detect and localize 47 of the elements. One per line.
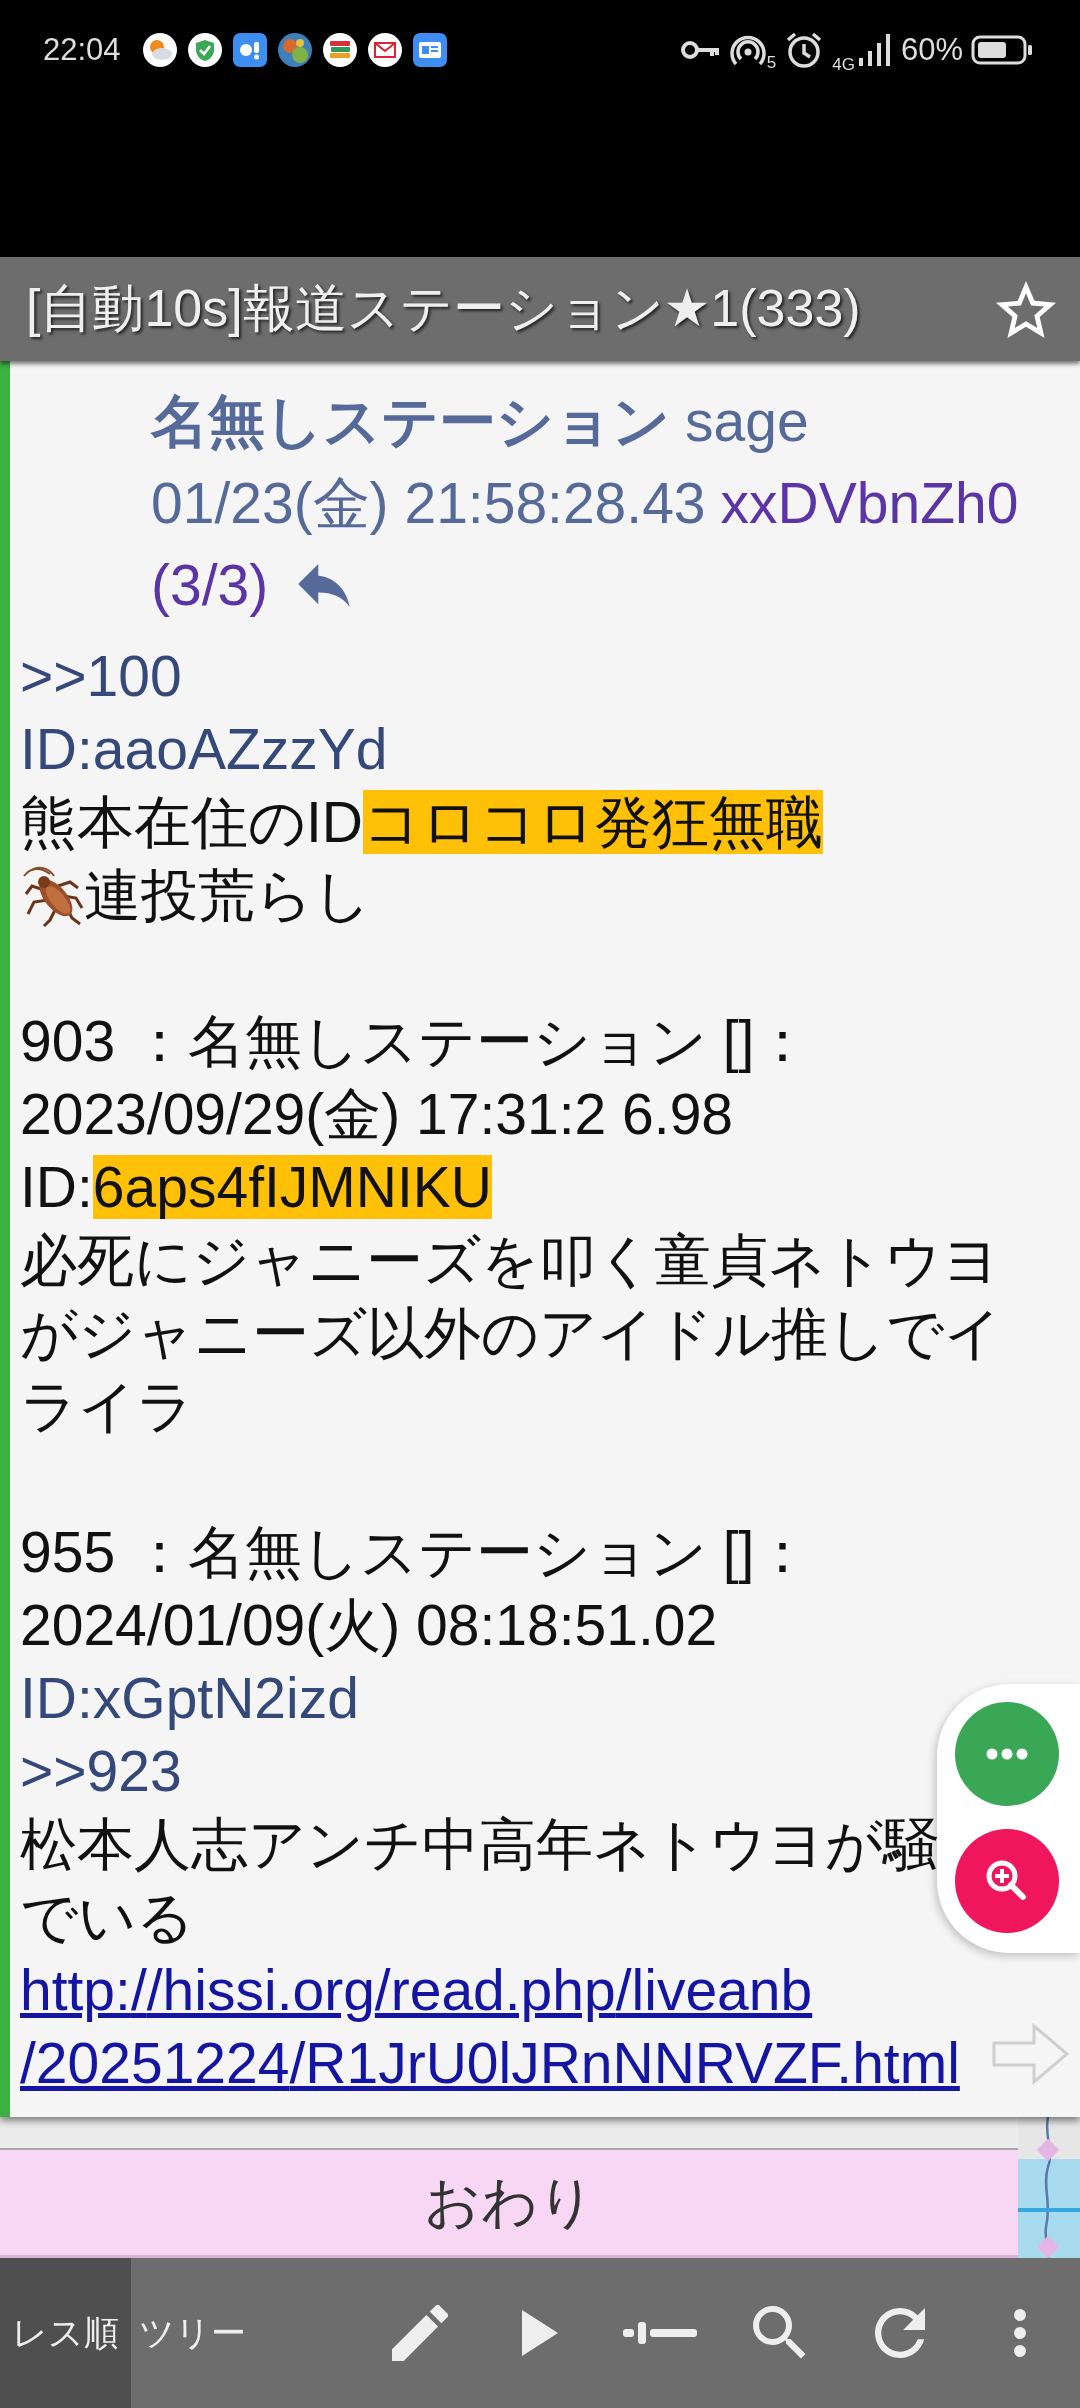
list-end-button[interactable]: おわり: [0, 2150, 1018, 2258]
post-text: 必死にジャニーズを叩く童貞ネトウヨがジャニーズ以外のアイドル推しでイライラ: [20, 1227, 1003, 1440]
post-text: 熊本在住のIDコロコロ発狂無職: [20, 789, 823, 856]
thread-title: [自動10s]報道ステーション★1(333): [26, 278, 861, 339]
app-icon: [232, 33, 267, 67]
post-text: 松本人志アンチ中高年ネトウヨが騒: [20, 1811, 940, 1878]
post-text: 連投荒らし: [84, 862, 371, 929]
post-text: 955 ：名無しステーション []：: [20, 1519, 812, 1586]
battery-level: 60%: [900, 32, 963, 68]
post-date: 01/23(金) 21:58:28.43: [151, 470, 706, 537]
battery-icon: [971, 35, 1033, 65]
favorite-star-icon[interactable]: [996, 280, 1056, 338]
reply-anchor-link[interactable]: >>100: [20, 640, 182, 713]
clock-time: 22:04: [43, 32, 121, 68]
network-type: 4G: [832, 55, 855, 75]
url-link[interactable]: http://hissi.org/read.php/liveanb/20251224/R1JrU0lJRnNNRVZF.html: [20, 1954, 1040, 2100]
artwork-icon: [277, 33, 312, 67]
mail-icon: [367, 33, 402, 67]
post-text: 2024/01/09(火) 08:18:51.02: [20, 1592, 718, 1659]
sage-label: sage: [685, 388, 809, 455]
hotspot-count: 5: [766, 53, 777, 73]
books-icon: [322, 33, 357, 67]
poster-id-link[interactable]: xxDVbnZh0: [720, 462, 1019, 544]
reply-anchor-link[interactable]: >>923: [20, 1735, 182, 1808]
weather-icon: [142, 33, 177, 67]
post-text: 903 ：名無しステーション []：: [20, 1008, 812, 1075]
more-icon[interactable]: [1013, 2309, 1027, 2357]
user-id-link[interactable]: ID:xGptN2izd: [20, 1662, 359, 1735]
more-options-icon[interactable]: [955, 1702, 1059, 1806]
reply-icon[interactable]: [298, 563, 351, 607]
post-text: 2023/09/29(金) 17:31:2 6.98: [20, 1081, 734, 1148]
poster-name: 名無しステーション: [151, 388, 670, 455]
shield-icon: [187, 33, 222, 67]
play-icon[interactable]: [522, 2310, 558, 2356]
user-id-link[interactable]: ID:aaoAZzzYd: [20, 713, 388, 786]
sort-tab[interactable]: レス順: [0, 2258, 131, 2408]
key-icon: [680, 40, 721, 60]
post-text: でいる: [20, 1884, 194, 1951]
news-icon: [412, 33, 447, 67]
search-icon[interactable]: [753, 2306, 807, 2360]
refresh-icon[interactable]: [875, 2308, 925, 2358]
zoom-in-icon[interactable]: [955, 1829, 1059, 1933]
signal-icon: [856, 32, 893, 68]
edit-icon[interactable]: [392, 2305, 448, 2361]
sort-tab[interactable]: ツリー: [131, 2258, 254, 2408]
post-count[interactable]: (3/3): [151, 544, 269, 626]
slider-icon[interactable]: [623, 2322, 697, 2344]
